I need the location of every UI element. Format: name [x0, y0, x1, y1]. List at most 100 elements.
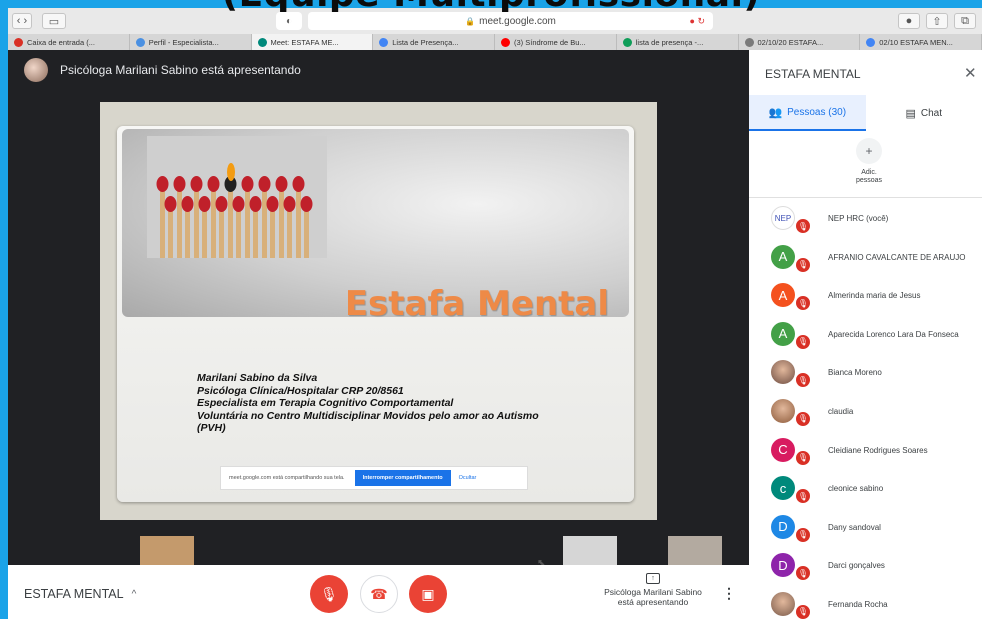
url-text: meet.google.com [479, 15, 556, 27]
browser-tab[interactable]: Meet: ESTAFA ME... [251, 34, 374, 50]
presenter-avatar [24, 58, 48, 82]
tab-people[interactable]: 👥 Pessoas (30) [749, 95, 866, 131]
add-people-button[interactable]: + Adic. pessoas [847, 138, 891, 185]
add-people-label: pessoas [855, 177, 883, 184]
participant-row[interactable]: 🎙 claudia [749, 393, 982, 432]
mic-muted-icon: 🎙 [795, 603, 811, 619]
privacy-shield-icon[interactable]: ◐ [276, 12, 302, 30]
participant-row[interactable]: A 🎙 Almerinda maria de Jesus [749, 277, 982, 316]
browser-tab[interactable]: Lista de Presença... [373, 34, 495, 50]
participant-name: cleonice sabino [828, 484, 884, 494]
match-head [164, 196, 177, 212]
mic-off-icon: 🎙 [320, 585, 338, 602]
phone-hangup-icon: ☎ [370, 585, 388, 602]
participant-row[interactable]: A 🎙 Aparecida Lorenco Lara Da Fonseca [749, 316, 982, 355]
matchstick [211, 188, 216, 258]
tab-favicon-icon [14, 37, 23, 47]
match-head [266, 196, 279, 212]
match-head [215, 196, 228, 212]
match-head [283, 196, 296, 212]
tab-favicon-icon [379, 37, 389, 47]
participant-name: Darci gonçalves [828, 561, 885, 571]
more-options-icon[interactable]: ⋮ [722, 585, 736, 602]
match-head [241, 176, 254, 192]
flame [227, 163, 235, 181]
mic-reload-icon[interactable]: ● ↻ [690, 16, 705, 27]
browser-tab[interactable]: Perfil - Especialista... [130, 34, 252, 50]
participant-avatar: c [771, 476, 795, 501]
mic-muted-icon: 🎙 [795, 372, 811, 389]
tab-favicon-icon [622, 37, 632, 47]
matchstick [185, 208, 190, 258]
camera-off-button[interactable]: ▣ [409, 575, 447, 613]
participant-row[interactable]: D 🎙 Darci gonçalves [749, 547, 982, 586]
shared-screen: Estafa Mental Marilani Sabino da Silva P… [100, 102, 657, 565]
divider [749, 197, 982, 198]
people-panel: ESTAFA MENTAL ✕ 👥 Pessoas (30) ▤ Chat + … [749, 50, 982, 619]
share-text: meet.google.com está compartilhando sua … [229, 475, 345, 481]
tabs-overview-icon[interactable]: ⧉ [954, 13, 976, 29]
participant-row[interactable]: 🎙 Fernanda Rocha [749, 586, 982, 619]
tab-label: (3) Síndrome de Bu... [514, 37, 586, 47]
present-label: Psicóloga Marilani Sabino [604, 587, 702, 597]
match-head [173, 176, 186, 192]
back-forward-icon[interactable]: ‹ › [12, 13, 32, 29]
match-head [198, 196, 211, 212]
match-head [258, 176, 271, 192]
match-head [190, 176, 203, 192]
matchstick [279, 188, 284, 258]
participant-thumbnail[interactable] [563, 536, 617, 565]
slide-body: Marilani Sabino da Silva Psicóloga Clíni… [197, 372, 539, 435]
address-bar[interactable]: 🔒 meet.google.com ● ↻ [308, 12, 713, 30]
mic-muted-icon: 🎙 [795, 488, 811, 505]
browser-tab[interactable]: 02/10 ESTAFA MEN... [860, 34, 982, 50]
chat-icon: ▤ [905, 107, 916, 120]
slide-header-band: Estafa Mental [122, 129, 629, 324]
browser-tab[interactable]: lista de presença -... [617, 34, 739, 50]
match-head [292, 176, 305, 192]
sidebar-toggle-icon[interactable]: ▭ [42, 13, 66, 29]
matchstick [202, 208, 207, 258]
close-icon[interactable]: ✕ [964, 64, 982, 82]
participant-row[interactable]: c 🎙 cleonice sabino [749, 470, 982, 509]
participant-avatar: A [771, 321, 795, 346]
participant-row[interactable]: NEP 🎙 NEP HRC (você) [749, 200, 982, 239]
people-icon: 👥 [768, 106, 783, 119]
participant-name: Bianca Moreno [828, 368, 882, 378]
present-screen-icon: ↑ [646, 573, 660, 584]
match-head [207, 176, 220, 192]
meeting-details-toggle[interactable]: ESTAFA MENTAL ^ [24, 587, 136, 601]
participant-row[interactable]: D 🎙 Dany sandoval [749, 509, 982, 548]
match-head [300, 196, 313, 212]
chevron-up-icon: ^ [131, 588, 137, 600]
browser-tab[interactable]: Caixa de entrada (... [8, 34, 130, 50]
participant-row[interactable]: A 🎙 AFRANIO CAVALCANTE DE ARAUJO [749, 239, 982, 278]
match-head [275, 176, 288, 192]
matchstick [245, 188, 250, 258]
slide-line: Marilani Sabino da Silva [197, 372, 318, 384]
matches-image [147, 136, 327, 258]
panel-title: ESTAFA MENTAL [765, 67, 861, 81]
present-now-button[interactable]: ↑ Psicóloga Marilani Sabino está apresen… [598, 573, 708, 607]
matchstick [270, 208, 275, 258]
extension-icon[interactable]: ● [898, 13, 920, 29]
camera-off-icon: ▣ [421, 585, 435, 602]
participant-thumbnail[interactable] [668, 536, 722, 565]
stop-sharing-button[interactable]: Interromper compartilhamento [354, 470, 451, 486]
participant-row[interactable]: C 🎙 Cleidiane Rodrigues Soares [749, 432, 982, 471]
participant-row[interactable]: 🎙 Bianca Moreno [749, 354, 982, 393]
participant-thumbnail[interactable] [140, 536, 194, 565]
mic-muted-icon: 🎙 [795, 295, 811, 312]
tab-people-label: Pessoas (30) [787, 106, 847, 118]
tab-favicon-icon [135, 37, 145, 47]
mic-muted-icon: 🎙 [795, 410, 811, 427]
tab-chat[interactable]: ▤ Chat [866, 95, 982, 131]
mic-off-button[interactable]: 🎙 [310, 575, 348, 613]
share-icon[interactable]: ⇧ [926, 13, 948, 29]
leave-call-button[interactable]: ☎ [360, 575, 398, 613]
participant-name: claudia [828, 406, 854, 416]
browser-tab[interactable]: (3) Síndrome de Bu... [495, 34, 617, 50]
match-head [249, 196, 262, 212]
hide-button[interactable]: Ocultar [459, 475, 477, 481]
browser-tab[interactable]: 02/10/20 ESTAFA... [739, 34, 861, 50]
